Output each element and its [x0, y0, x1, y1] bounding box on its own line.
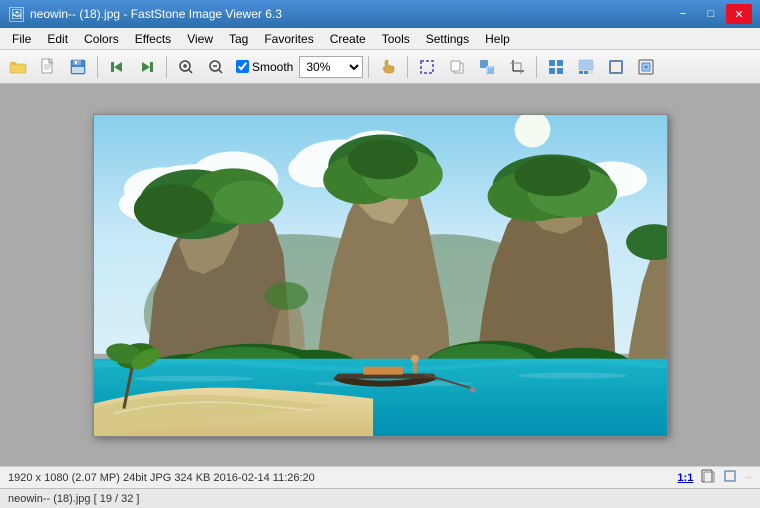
save-icon [70, 59, 86, 75]
window-title: neowin-- (18).jpg - FastStone Image View… [30, 7, 668, 21]
separator-1 [97, 56, 98, 78]
select-rect-button[interactable] [413, 54, 441, 80]
save-button[interactable] [64, 54, 92, 80]
open-file-button[interactable] [34, 54, 62, 80]
prev-button[interactable] [103, 54, 131, 80]
image-canvas [94, 115, 667, 436]
zoom-box-icon [638, 59, 654, 75]
zoom-ratio-button[interactable]: 1:1 [677, 472, 693, 484]
copy-icon [449, 59, 465, 75]
hand-tool-button[interactable] [374, 54, 402, 80]
menu-create[interactable]: Create [322, 30, 374, 48]
menu-settings[interactable]: Settings [418, 30, 477, 48]
menu-effects[interactable]: Effects [127, 30, 179, 48]
select-rect-icon [419, 59, 435, 75]
fit-screen-icon [723, 469, 737, 483]
thumbnail-icon [578, 59, 594, 75]
image-info: 1920 x 1080 (2.07 MP) 24bit JPG 324 KB 2… [8, 472, 677, 484]
crop-icon [509, 59, 525, 75]
minimize-button[interactable]: − [670, 4, 696, 24]
menu-tag[interactable]: Tag [221, 30, 256, 48]
smooth-label[interactable]: Smooth [252, 60, 293, 74]
zoom-in-button[interactable] [172, 54, 200, 80]
separator-2 [166, 56, 167, 78]
smooth-checkbox[interactable] [236, 60, 249, 73]
next-button[interactable] [133, 54, 161, 80]
image-display[interactable] [93, 114, 668, 437]
grid-icon [548, 59, 564, 75]
zoom-in-icon [178, 59, 194, 75]
menu-help[interactable]: Help [477, 30, 518, 48]
status-controls: 1:1 ·· [677, 469, 752, 486]
zoom-out-icon [208, 59, 224, 75]
separator-3 [368, 56, 369, 78]
zoom-box-button[interactable] [632, 54, 660, 80]
resize-dots: ·· [745, 472, 752, 483]
open-folder-button[interactable] [4, 54, 32, 80]
grid-view-button[interactable] [542, 54, 570, 80]
folder-open-icon [9, 59, 27, 75]
menu-bar: File Edit Colors Effects View Tag Favori… [0, 28, 760, 50]
fullscreen-button[interactable] [602, 54, 630, 80]
fit-screen-button[interactable] [723, 469, 737, 486]
menu-favorites[interactable]: Favorites [256, 30, 321, 48]
copy-screen-button[interactable] [701, 469, 715, 486]
maximize-button[interactable]: □ [698, 4, 724, 24]
menu-edit[interactable]: Edit [39, 30, 76, 48]
menu-file[interactable]: File [4, 30, 39, 48]
crop-button[interactable] [503, 54, 531, 80]
menu-tools[interactable]: Tools [374, 30, 418, 48]
title-bar: 🖼 neowin-- (18).jpg - FastStone Image Vi… [0, 0, 760, 28]
close-button[interactable]: ✕ [726, 4, 752, 24]
menu-colors[interactable]: Colors [76, 30, 127, 48]
fullscreen-icon [608, 59, 624, 75]
copy-screen-icon [701, 469, 715, 483]
main-content [0, 84, 760, 466]
file-icon [40, 58, 56, 76]
zoom-out-button[interactable] [202, 54, 230, 80]
resize-icon [479, 59, 495, 75]
separator-5 [536, 56, 537, 78]
zoom-select[interactable]: 10% 25% 30% 50% 75% 100% 200% [299, 56, 363, 78]
next-icon [139, 59, 155, 75]
menu-view[interactable]: View [179, 30, 221, 48]
prev-icon [109, 59, 125, 75]
filename-bar: neowin-- (18).jpg [ 19 / 32 ] [0, 488, 760, 508]
app-icon: 🖼 [8, 6, 24, 22]
thumbnail-button[interactable] [572, 54, 600, 80]
copy-to-button[interactable] [443, 54, 471, 80]
toolbar: Smooth 10% 25% 30% 50% 75% 100% 200% [0, 50, 760, 84]
resize-button[interactable] [473, 54, 501, 80]
separator-4 [407, 56, 408, 78]
hand-icon [380, 59, 396, 75]
filename-text: neowin-- (18).jpg [ 19 / 32 ] [8, 493, 139, 505]
status-bar: 1920 x 1080 (2.07 MP) 24bit JPG 324 KB 2… [0, 466, 760, 488]
smooth-control: Smooth [236, 60, 293, 74]
